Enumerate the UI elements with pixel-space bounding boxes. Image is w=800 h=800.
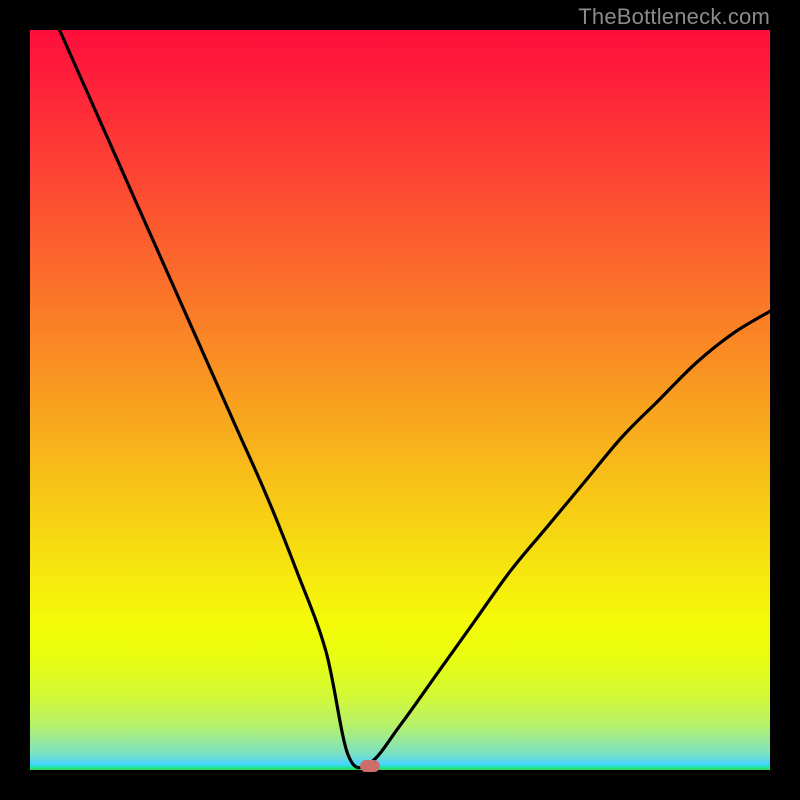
optimal-point-marker bbox=[360, 760, 380, 772]
attribution-text: TheBottleneck.com bbox=[578, 4, 770, 30]
bottleneck-curve bbox=[30, 30, 770, 770]
plot-area bbox=[30, 30, 770, 770]
chart-frame: TheBottleneck.com bbox=[0, 0, 800, 800]
